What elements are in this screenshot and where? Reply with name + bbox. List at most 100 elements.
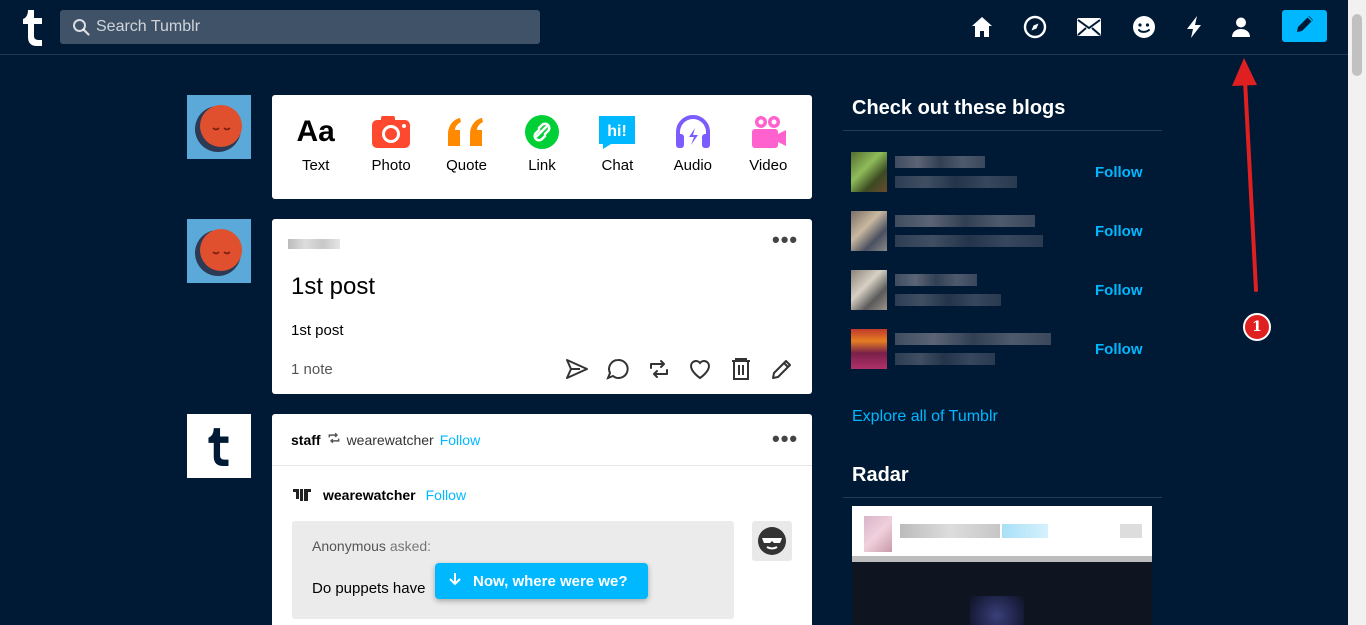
- blogs-heading: Check out these blogs: [852, 97, 1066, 119]
- arrow-down-icon: [449, 572, 461, 590]
- follow-button[interactable]: Follow: [1095, 282, 1151, 299]
- inbox-icon[interactable]: [1076, 14, 1102, 40]
- source-follow-link[interactable]: Follow: [426, 487, 466, 503]
- source-blog-name[interactable]: wearewatcher: [323, 487, 416, 503]
- blurred-avatar: [851, 211, 887, 251]
- post-options-icon[interactable]: •••: [772, 426, 798, 452]
- search-bar[interactable]: [60, 10, 540, 44]
- radar-post-header: [852, 506, 1152, 556]
- tumblr-logo[interactable]: [22, 8, 44, 46]
- toast-label: Now, where were we?: [473, 572, 628, 590]
- blurred-avatar: [864, 516, 892, 552]
- reblogged-from-name[interactable]: wearewatcher: [347, 432, 434, 448]
- where-were-we-button[interactable]: Now, where were we?: [435, 563, 648, 599]
- source-blog-avatar[interactable]: [291, 484, 313, 506]
- search-input[interactable]: [96, 10, 526, 44]
- follow-button[interactable]: Follow: [1095, 164, 1151, 181]
- blurred-avatar: [851, 270, 887, 310]
- blurred-follow: [1002, 524, 1048, 538]
- pencil-icon: [1294, 13, 1316, 40]
- blurred-dots: [1120, 524, 1142, 538]
- follow-button[interactable]: Follow: [1095, 341, 1151, 358]
- chat-icon: hi!: [597, 113, 637, 151]
- compose-button[interactable]: [1282, 10, 1327, 42]
- recommended-blog[interactable]: Follow: [851, 211, 1151, 251]
- user-avatar[interactable]: [187, 95, 251, 159]
- camera-icon: [371, 113, 411, 151]
- post-type-audio[interactable]: Audio: [658, 113, 728, 174]
- post-type-composer: Aa Text Photo Quote Link hi! Chat Audio: [272, 95, 812, 199]
- blurred-name: [900, 524, 1000, 538]
- post-type-label: Audio: [673, 157, 712, 174]
- like-icon[interactable]: [688, 357, 712, 381]
- post-type-label: Quote: [446, 157, 487, 174]
- edit-icon[interactable]: [770, 357, 794, 381]
- quote-icon: [446, 113, 488, 151]
- post-title: 1st post: [291, 273, 376, 300]
- scrollbar-thumb[interactable]: [1352, 14, 1362, 76]
- post-header: staff wearewatcher Follow: [291, 431, 480, 448]
- divider: [843, 497, 1162, 498]
- blurred-name: [895, 156, 985, 168]
- recommended-blog[interactable]: Follow: [851, 270, 1151, 310]
- post-type-link[interactable]: Link: [507, 113, 577, 174]
- recommended-blog[interactable]: Follow: [851, 152, 1151, 192]
- post-type-label: Chat: [601, 157, 634, 174]
- reblog-small-icon: [327, 431, 341, 448]
- blurred-title: [895, 294, 1001, 306]
- post-type-quote[interactable]: Quote: [432, 113, 502, 174]
- explore-icon[interactable]: [1022, 14, 1048, 40]
- post-actions: [565, 357, 794, 381]
- radar-heading: Radar: [852, 464, 909, 486]
- radar-post-preview[interactable]: [852, 506, 1152, 625]
- asker-line: Anonymous asked:: [312, 538, 431, 554]
- blurred-title: [895, 353, 995, 365]
- delete-icon[interactable]: [729, 357, 753, 381]
- radar-image: [970, 596, 1024, 625]
- search-icon: [72, 18, 90, 36]
- post-type-photo[interactable]: Photo: [356, 113, 426, 174]
- post-card: ••• 1st post 1st post 1 note: [272, 219, 812, 394]
- author-name[interactable]: staff: [291, 432, 321, 448]
- radar-divider: [852, 556, 1152, 562]
- reply-icon[interactable]: [606, 357, 630, 381]
- follow-button[interactable]: Follow: [1095, 223, 1151, 240]
- page-scrollbar[interactable]: [1348, 0, 1366, 625]
- reblog-icon[interactable]: [647, 357, 671, 381]
- link-icon: [524, 113, 560, 151]
- top-navigation-bar: [0, 0, 1348, 55]
- post-author-avatar[interactable]: [187, 219, 251, 283]
- messaging-icon[interactable]: [1131, 14, 1157, 40]
- activity-icon[interactable]: [1181, 14, 1207, 40]
- follow-link[interactable]: Follow: [440, 432, 480, 448]
- notes-count[interactable]: 1 note: [291, 361, 333, 378]
- post-type-label: Link: [528, 157, 556, 174]
- recommended-blog[interactable]: Follow: [851, 329, 1151, 369]
- explore-link[interactable]: Explore all of Tumblr: [852, 408, 998, 426]
- reblog-source-row: wearewatcher Follow: [291, 484, 466, 506]
- blurred-name: [895, 215, 1035, 227]
- blurred-avatar: [851, 152, 887, 192]
- post-options-icon[interactable]: •••: [772, 227, 798, 253]
- divider: [843, 130, 1162, 131]
- post-type-label: Text: [301, 157, 330, 174]
- post-type-chat[interactable]: hi! Chat: [582, 113, 652, 174]
- post-type-label: Photo: [371, 157, 411, 174]
- account-icon[interactable]: [1228, 14, 1254, 40]
- blurred-blog-name: [288, 239, 340, 249]
- anonymous-avatar: [752, 521, 792, 561]
- headphones-icon: [673, 113, 713, 151]
- post-type-label: Video: [749, 157, 788, 174]
- staff-avatar[interactable]: [187, 414, 251, 478]
- svg-text:hi!: hi!: [608, 123, 628, 140]
- home-icon[interactable]: [969, 14, 995, 40]
- annotation-badge: 1: [1243, 313, 1271, 341]
- blurred-avatar: [851, 329, 887, 369]
- post-type-video[interactable]: Video: [733, 113, 803, 174]
- post-type-text[interactable]: Aa Text: [281, 113, 351, 174]
- asked-label: asked:: [389, 538, 432, 554]
- share-icon[interactable]: [565, 357, 589, 381]
- blurred-title: [895, 176, 1017, 188]
- ask-question: Do puppets have: [312, 580, 426, 597]
- blurred-title: [895, 235, 1043, 247]
